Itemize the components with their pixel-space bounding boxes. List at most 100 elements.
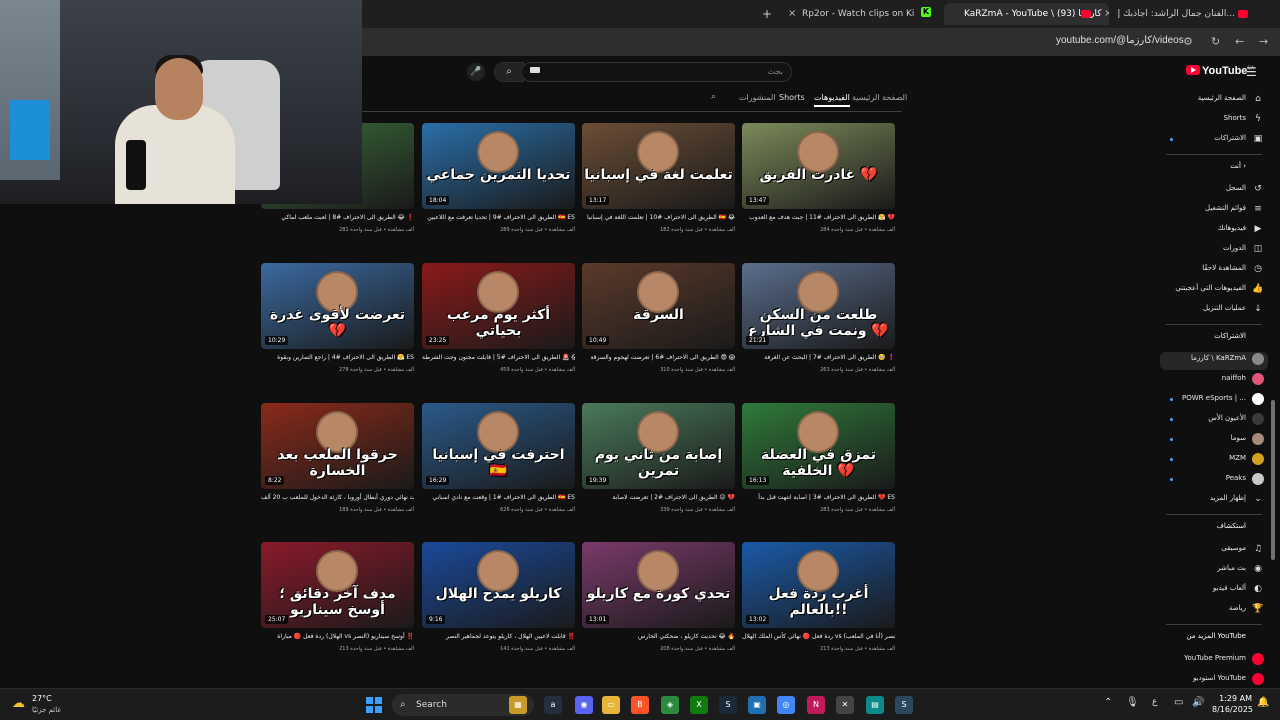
tab-posts[interactable]: المنشورات xyxy=(739,93,776,102)
notification-icon[interactable]: 🔔 xyxy=(1257,697,1269,708)
menu-icon[interactable]: ☰ xyxy=(1246,65,1257,79)
sidebar-item-liked[interactable]: الفيديوهات التي أعجبتني 👍 xyxy=(1160,282,1268,300)
sidebar-subscriptions-header[interactable]: الاشتراكات xyxy=(1160,332,1268,340)
tune-icon[interactable]: ⚙ xyxy=(1183,35,1193,48)
video-card[interactable]: تعرضت لأقوى غدرة 💔 10:29 الطريق الى الاحتر… xyxy=(261,263,414,379)
video-thumbnail[interactable]: تحدي كورة مع كاريلو 13:01 xyxy=(582,542,735,628)
tab-active[interactable]: KaRZmA - YouTube \ كارزما (93) × xyxy=(944,3,1109,25)
sidebar-subscription[interactable]: Peaks xyxy=(1160,472,1268,490)
language-indicator[interactable]: ع xyxy=(1152,697,1157,707)
sidebar-item-premium[interactable]: YouTube Premium xyxy=(1160,652,1268,670)
video-card[interactable]: إصابة من ثاني يوم تمرين 19:39 الطريق الى ا… xyxy=(582,403,735,519)
video-thumbnail[interactable]: تعرضت لأقوى غدرة 💔 10:29 xyxy=(261,263,414,349)
new-tab-button[interactable]: + xyxy=(762,3,774,25)
sidebar-more-header[interactable]: المزيد من YouTube xyxy=(1160,632,1268,640)
sidebar-show-more[interactable]: إظهار المزيد ⌄ xyxy=(1160,492,1268,510)
video-thumbnail[interactable]: غادرت الفريق 💔 13:47 xyxy=(742,123,895,209)
network-icon[interactable]: ▭ xyxy=(1174,697,1183,708)
video-card[interactable]: تمزق في العضلة الخلفية 💔 16:13 الطريق الى … xyxy=(742,403,895,519)
video-thumbnail[interactable]: أكثر يوم مرعب بحياتي 23:25 xyxy=(422,263,575,349)
video-card[interactable]: السرقة 10:49 الطريق الى الاحتراف #6 | تعرض… xyxy=(582,263,735,379)
start-button[interactable] xyxy=(366,697,382,713)
video-card[interactable]: غادرت الفريق 💔 13:47 الطريق الى الاحتراف #… xyxy=(742,123,895,239)
video-title[interactable]: تحديت كاريلو ، ضحكني الحارس 😂 🔥 xyxy=(582,632,735,641)
sidebar-item-watch-later[interactable]: المشاهدة لاحقًا ◷ xyxy=(1160,262,1268,280)
video-card[interactable]: حرقوا الملعب بعد الخسارة8:22 حضرت نهائي د… xyxy=(261,403,414,519)
brave-app-icon[interactable]: B xyxy=(631,696,649,714)
tab-other-1[interactable]: (93) الفنان جمال الراشد: اجاذبك إ... × xyxy=(1115,3,1265,25)
tab-kick[interactable]: Rp2or - Watch clips on Kick × xyxy=(784,3,914,25)
video-title[interactable]: الطريق الى الاحتراف #11 | جبت هدف مع الع… xyxy=(742,213,895,222)
explorer-app-icon[interactable]: ▭ xyxy=(602,696,620,714)
video-title[interactable]: الطريق الى الاحتراف #2 | تعرضت لاصابة 😖 … xyxy=(582,493,735,502)
video-thumbnail[interactable]: إصابة من ثاني يوم تمرين 19:39 xyxy=(582,403,735,489)
video-title[interactable]: قابلت لاعبين الهلال ، كاريلو يتوعد لجماه… xyxy=(422,632,575,641)
video-title[interactable]: ردة فعل 🔴 نهائي كأس الملك الهلال vs النص… xyxy=(742,632,895,641)
video-card[interactable]: أكثر يوم مرعب بحياتي 23:25 الطريق الى الاح… xyxy=(422,263,575,379)
channel-search-icon[interactable]: ⌕ xyxy=(711,92,716,102)
url-field[interactable]: youtube.com/@كارزما/videos xyxy=(1056,35,1184,46)
amazon-app-icon[interactable]: a xyxy=(544,696,562,714)
video-thumbnail[interactable]: أغرب ردة فعل بالعالم!! 13:02 xyxy=(742,542,895,628)
weather-temp[interactable]: 27°C xyxy=(32,694,52,703)
video-thumbnail[interactable]: تعلمت لغة في إسبانيا 13:17 xyxy=(582,123,735,209)
xbox-app-icon[interactable]: X xyxy=(690,696,708,714)
voice-search-icon[interactable]: 🎤 xyxy=(467,63,485,81)
steam2-app-icon[interactable]: S xyxy=(895,696,913,714)
video-card[interactable]: تحديا التمرين جماعي 18:04 الطريق الى الاحت… xyxy=(422,123,575,239)
sidebar-subscription[interactable]: الأعيون الأس xyxy=(1160,412,1268,430)
video-thumbnail[interactable]: مدف آخر دقائق ؛ أوسخ سيناريو 25:07 xyxy=(261,542,414,628)
video-card[interactable]: تحدي كورة مع كاريلو 13:01 تحديت كاريلو ، ض… xyxy=(582,542,735,658)
video-thumbnail[interactable]: حرقوا الملعب بعد الخسارة 8:22 xyxy=(261,403,414,489)
app-teal-icon[interactable]: ▤ xyxy=(866,696,884,714)
sidebar-subscription[interactable]: POWR eSports | ... xyxy=(1160,392,1268,410)
video-card[interactable]: تعلمت لغة في إسبانيا 13:17 الطريق الى الاح… xyxy=(582,123,735,239)
app-gray-icon[interactable]: ✕ xyxy=(836,696,854,714)
video-title[interactable]: الطريق الى الاحتراف #3 | اصابة انتهت قبل… xyxy=(742,493,895,502)
volume-icon[interactable]: 🔊 xyxy=(1192,697,1204,708)
store-app-icon[interactable]: ◈ xyxy=(661,696,679,714)
sidebar-subscription[interactable]: naiffoh xyxy=(1160,372,1268,390)
sidebar-subscription[interactable]: كارزما \ KaRZmA xyxy=(1160,352,1268,370)
video-title[interactable]: الطريق الى الاحتراف #6 | تعرضت لهجوم وال… xyxy=(582,353,735,362)
steam-app-icon[interactable]: S xyxy=(719,696,737,714)
clock[interactable]: 1:29 AM 8/16/2025 xyxy=(1212,693,1253,715)
close-tab-icon[interactable]: × xyxy=(788,3,796,25)
next-app-icon[interactable]: N xyxy=(807,696,825,714)
sidebar-item-gaming[interactable]: ألعاب فيديو ◐ xyxy=(1160,582,1268,600)
video-thumbnail[interactable]: السرقة 10:49 xyxy=(582,263,735,349)
sidebar-subscription[interactable]: MZM xyxy=(1160,452,1268,470)
sidebar-item-live[interactable]: بث مباشر ◉ xyxy=(1160,562,1268,580)
mic-tray-icon[interactable]: 🎙 xyxy=(1126,697,1139,708)
reload-icon[interactable]: ↻ xyxy=(1211,35,1220,48)
app-blue-icon[interactable]: ▣ xyxy=(748,696,766,714)
video-title[interactable]: الطريق الى الاحتراف #10 | تعلمت اللغة في… xyxy=(582,213,735,222)
back-icon[interactable]: → xyxy=(1259,35,1268,48)
video-title[interactable]: الطريق الى الاحتراف #7 | البحث عن الغرفة… xyxy=(742,353,895,362)
sidebar-item-courses[interactable]: الدورات ◫ xyxy=(1160,242,1268,260)
video-card[interactable]: مدف آخر دقائق ؛ أوسخ سيناريو 25:07 ردة فعل… xyxy=(261,542,414,658)
video-card[interactable]: كاريلو يمدح الهلال 9:16 قابلت لاعبين الهلا… xyxy=(422,542,575,658)
search-input[interactable]: بحث xyxy=(521,62,792,82)
video-card[interactable]: طلعت من السكن ونمت في الشارع 💔 21:21 الطري… xyxy=(742,263,895,379)
tab-shorts[interactable]: Shorts xyxy=(779,93,805,102)
sidebar-item-sports[interactable]: رياضة 🏆 xyxy=(1160,602,1268,620)
video-title[interactable]: الطريق الى الاحتراف #1 | وقعت مع نادي اس… xyxy=(422,493,575,502)
sidebar-explore-header[interactable]: استكشاف xyxy=(1160,522,1268,530)
video-thumbnail[interactable]: طلعت من السكن ونمت في الشارع 💔 21:21 xyxy=(742,263,895,349)
video-thumbnail[interactable]: احترفت في إسبانيا 🇪🇸 16:29 xyxy=(422,403,575,489)
video-title[interactable]: ردة فعل 🔴 مباراة (الهلال vs النصر) أوسخ … xyxy=(261,632,414,641)
forward-icon[interactable]: ← xyxy=(1235,35,1244,48)
keyboard-icon[interactable] xyxy=(530,67,540,73)
sidebar-item-your-videos[interactable]: فيديوهاتك ▶ xyxy=(1160,222,1268,240)
weather-icon[interactable]: ☁ xyxy=(12,696,25,711)
tab-videos[interactable]: الفيديوهات xyxy=(814,93,850,107)
sidebar-you-header[interactable]: أنت › xyxy=(1160,162,1268,170)
video-card[interactable]: أغرب ردة فعل بالعالم!! 13:02 ردة فعل 🔴 نها… xyxy=(742,542,895,658)
sidebar-item-shorts[interactable]: Shorts ϟ xyxy=(1160,112,1268,130)
youtube-logo[interactable]: YouTubeSA xyxy=(1186,65,1254,77)
scrollbar-thumb[interactable] xyxy=(1271,400,1275,560)
sidebar-item-home[interactable]: الصفحة الرئيسية ⌂ xyxy=(1160,92,1268,110)
video-title[interactable]: الطريق الى الاحتراف #9 | تحديا تعرفت مع … xyxy=(422,213,575,222)
video-title[interactable]: الطريق الى الاحتراف #4 | راجع التمارين و… xyxy=(261,353,414,362)
